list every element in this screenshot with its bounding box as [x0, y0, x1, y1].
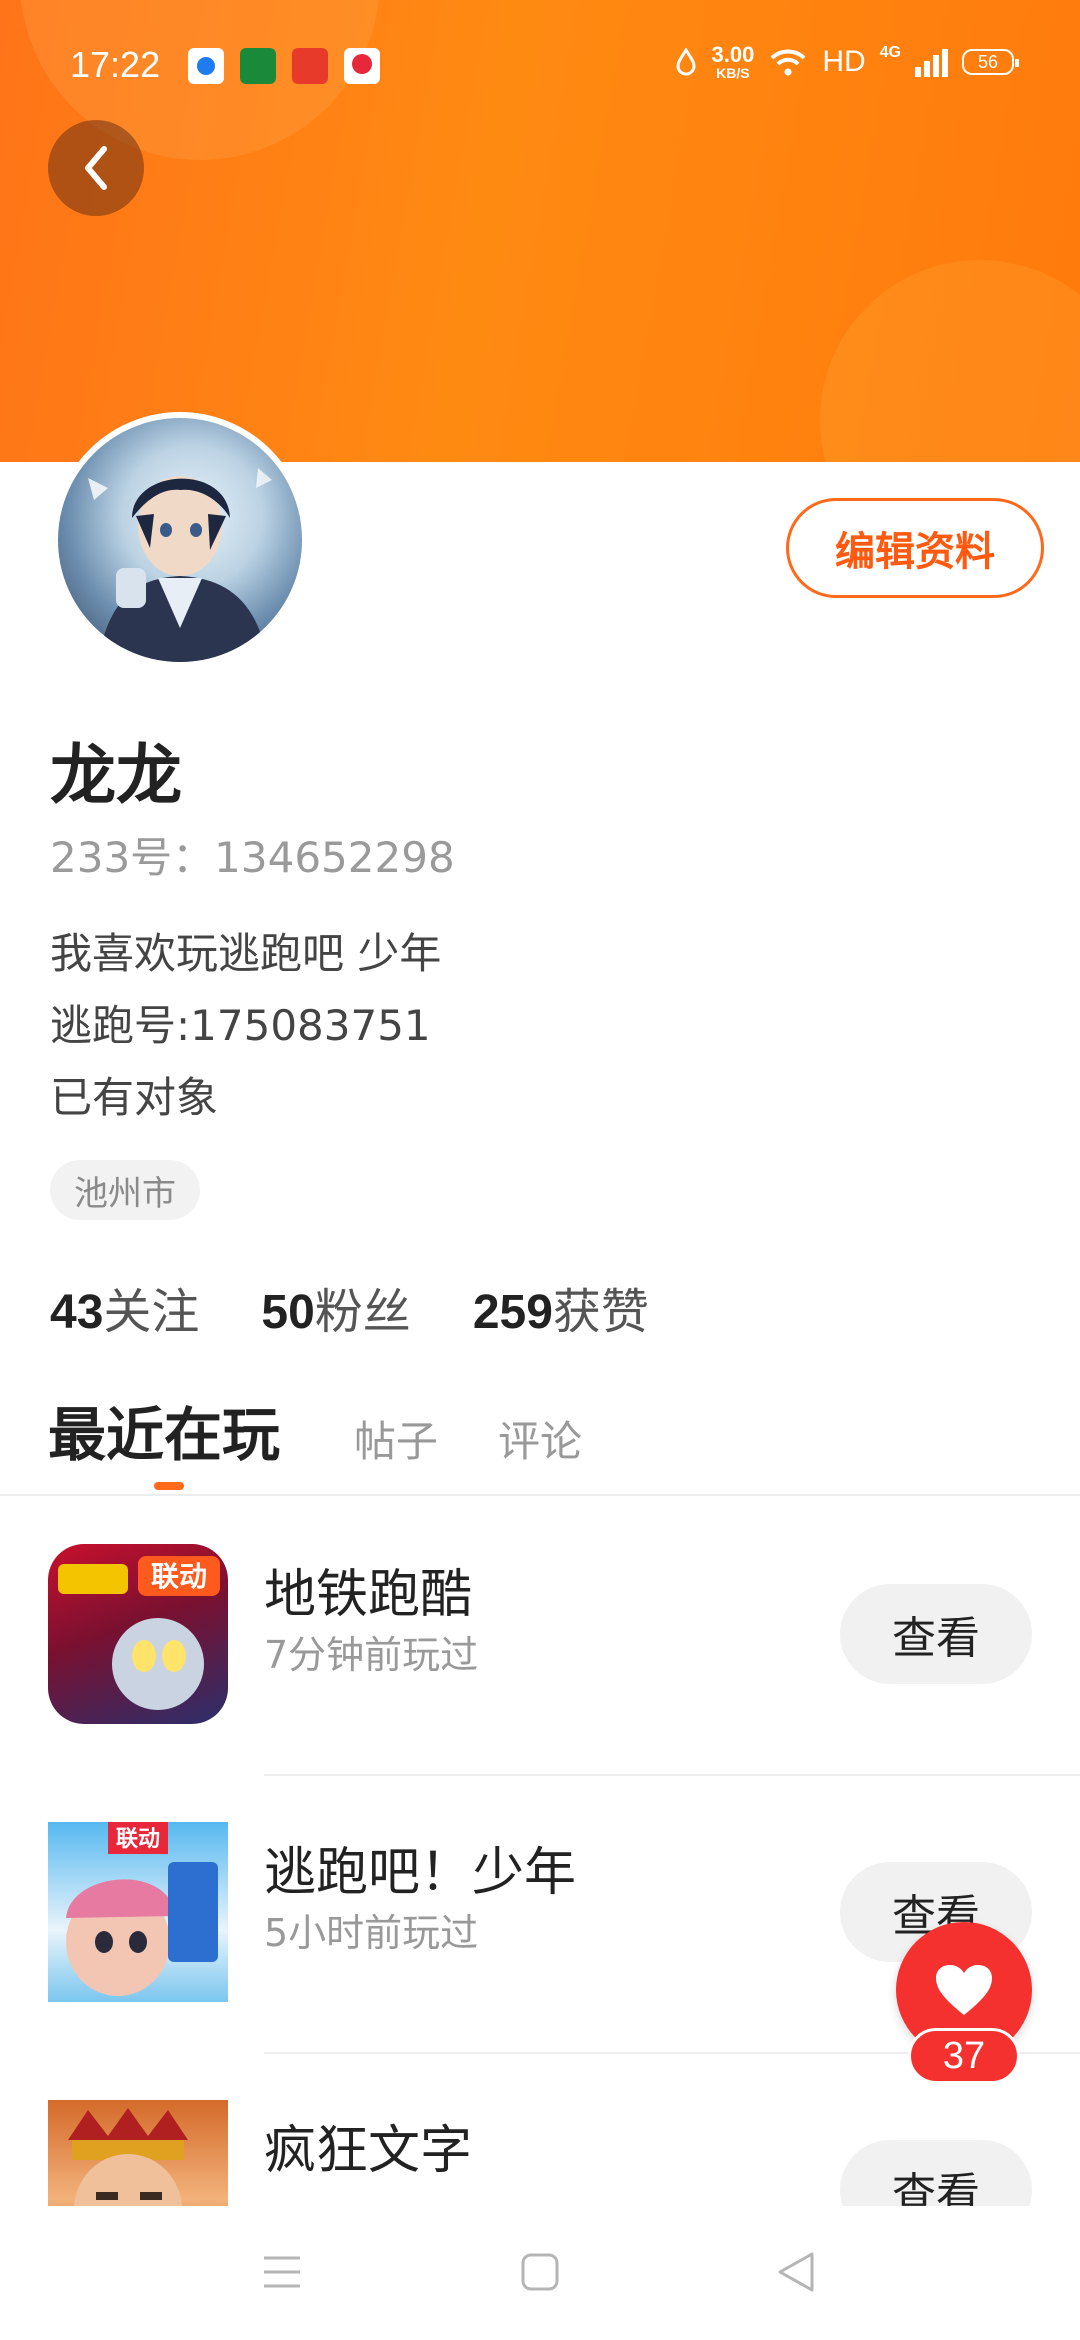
nav-home-button[interactable]	[510, 2242, 570, 2302]
signal-icon	[915, 47, 948, 77]
bio-line: 我喜欢玩逃跑吧 少年	[50, 929, 442, 978]
browser-notification-icon	[188, 48, 224, 84]
tab-indicator	[154, 1482, 184, 1490]
avatar[interactable]	[52, 412, 308, 668]
bio-line: 逃跑号:175083751	[50, 1001, 431, 1050]
notification-icons	[188, 48, 380, 84]
profile-tabs: 最近在玩 帖子 评论	[0, 1388, 1080, 1496]
tab-comments[interactable]: 评论	[498, 1408, 582, 1469]
stat-following[interactable]: 43关注	[50, 1272, 199, 1342]
game-title: 逃跑吧！少年	[264, 1843, 577, 1903]
wifi-icon	[770, 49, 806, 76]
profile-nickname: 龙龙	[50, 737, 182, 814]
avatar-illustration	[88, 468, 272, 662]
back-triangle-icon	[778, 2252, 814, 2292]
profile-bio: 我喜欢玩逃跑吧 少年 逃跑号:175083751 已有对象	[50, 918, 441, 1134]
hd-indicator: HD	[822, 45, 866, 78]
like-count: 37	[908, 2028, 1020, 2084]
game-last-played: 7分钟前玩过	[264, 1633, 479, 1677]
list-item[interactable]: 联动 地铁跑酷 7分钟前玩过 查看	[0, 1496, 1080, 1774]
status-bar: 17:22 3.00 KB/S HD 4G 56	[0, 0, 1080, 130]
game-badge: 联动	[151, 1560, 207, 1593]
app-notification-icon	[292, 48, 328, 84]
chevron-left-icon	[85, 146, 107, 190]
status-time: 17:22	[70, 44, 161, 85]
network-type: 4G	[879, 44, 901, 61]
edit-profile-button[interactable]: 编辑资料	[786, 498, 1044, 598]
profile-stats: 43关注 50粉丝 259获赞	[50, 1272, 649, 1342]
game-last-played: 5小时前玩过	[264, 1911, 479, 1955]
data-drop-icon	[676, 48, 696, 76]
nav-back-button[interactable]	[766, 2242, 826, 2302]
home-square-icon	[521, 2253, 559, 2291]
tab-posts[interactable]: 帖子	[354, 1408, 438, 1469]
status-indicators: 3.00 KB/S HD 4G 56	[675, 42, 1019, 81]
video-notification-icon	[344, 48, 380, 84]
oppo-notification-icon	[240, 48, 276, 84]
battery-icon: 56	[962, 49, 1019, 75]
view-game-button[interactable]: 查看	[840, 1584, 1032, 1684]
bio-line: 已有对象	[50, 1073, 219, 1122]
back-button[interactable]	[48, 120, 144, 216]
game-title: 疯狂文字	[264, 2121, 473, 2181]
system-nav-bar	[0, 2206, 1080, 2340]
heart-icon	[936, 1965, 992, 2015]
stat-followers[interactable]: 50粉丝	[261, 1272, 410, 1342]
menu-icon	[264, 2256, 300, 2288]
tab-recently-played[interactable]: 最近在玩	[48, 1388, 280, 1472]
game-badge: 联动	[116, 1827, 160, 1852]
stat-likes[interactable]: 259获赞	[473, 1272, 649, 1342]
nav-menu-button[interactable]	[252, 2242, 312, 2302]
subway-surfers-icon: 联动	[48, 1544, 228, 1724]
escape-boy-icon: 联动	[48, 1822, 228, 2002]
network-speed: 3.00 KB/S	[711, 42, 755, 81]
game-title: 地铁跑酷	[264, 1565, 473, 1625]
profile-uid[interactable]: 233号：134652298	[50, 824, 455, 885]
header-decoration	[820, 260, 1080, 462]
location-tag: 池州市	[50, 1160, 200, 1220]
